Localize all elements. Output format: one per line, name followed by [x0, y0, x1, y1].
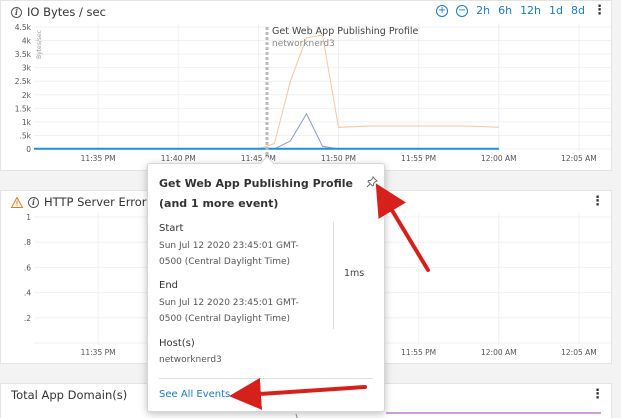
x-tick-label: 11:35 PM — [81, 348, 116, 357]
see-all-events-link[interactable]: See All Events — [159, 389, 230, 400]
hosts-label: Host(s) — [159, 338, 195, 349]
popup-title: Get Web App Publishing Profile (and 1 mo… — [159, 177, 353, 210]
x-tick-label: 11:55 PM — [401, 348, 436, 357]
io-bytes-card: i IO Bytes / sec + − 2h 6h 12h 1d 8d ⋮ 4… — [0, 0, 612, 171]
start-value: Sun Jul 12 2020 23:45:01 GMT-0500 (Centr… — [159, 241, 299, 267]
end-value: Sun Jul 12 2020 23:45:01 GMT-0500 (Centr… — [159, 298, 299, 324]
y-tick-label: .6 — [24, 263, 31, 272]
y-tick-label: 4.5k — [15, 23, 32, 32]
y-tick-label: 1.5k — [15, 104, 32, 113]
y-tick-label: 3.5k — [15, 50, 32, 59]
y-tick-label: .5k — [20, 131, 32, 140]
event-marker-host: networknerd3 — [272, 39, 335, 49]
partial-series-line — [295, 413, 298, 418]
start-label: Start — [159, 223, 184, 234]
y-tick-label: 3k — [22, 64, 32, 73]
x-tick-label: 11:40 PM — [161, 154, 196, 163]
x-tick-label: 12:00 AM — [481, 154, 517, 163]
x-tick-label: 12:00 AM — [481, 348, 517, 357]
event-details-popup: Get Web App Publishing Profile (and 1 mo… — [147, 155, 385, 412]
x-tick-label: 11:50 PM — [321, 154, 356, 163]
x-tick-label: 12:05 AM — [561, 348, 597, 357]
popup-divider — [159, 378, 373, 379]
series-line — [258, 112, 499, 150]
y-tick-label: .2 — [24, 314, 31, 323]
y-tick-label: .8 — [24, 238, 31, 247]
y-tick-label: 2k — [22, 91, 32, 100]
y-tick-label: 0 — [26, 145, 31, 154]
x-tick-label: 12:05 AM — [561, 154, 597, 163]
y-tick-label: 1k — [22, 118, 32, 127]
y-tick-label: .4 — [24, 289, 31, 298]
series-line — [258, 34, 499, 150]
event-marker-label: Get Web App Publishing Profile networkne… — [272, 26, 418, 50]
y-tick-label: 2.5k — [15, 77, 32, 86]
x-tick-label: 11:35 PM — [81, 154, 116, 163]
popup-vertical-divider — [333, 222, 334, 329]
event-duration: 1ms — [344, 268, 365, 279]
y-tick-label: 4k — [22, 37, 32, 46]
y-axis-unit-label: Bytes/sec — [36, 30, 43, 59]
x-tick-label: 11:55 PM — [401, 154, 436, 163]
hosts-value: networknerd3 — [159, 355, 222, 365]
end-label: End — [159, 280, 179, 291]
y-tick-label: 1 — [26, 213, 31, 222]
pin-icon[interactable] — [366, 173, 378, 188]
event-marker-title: Get Web App Publishing Profile — [272, 26, 419, 37]
